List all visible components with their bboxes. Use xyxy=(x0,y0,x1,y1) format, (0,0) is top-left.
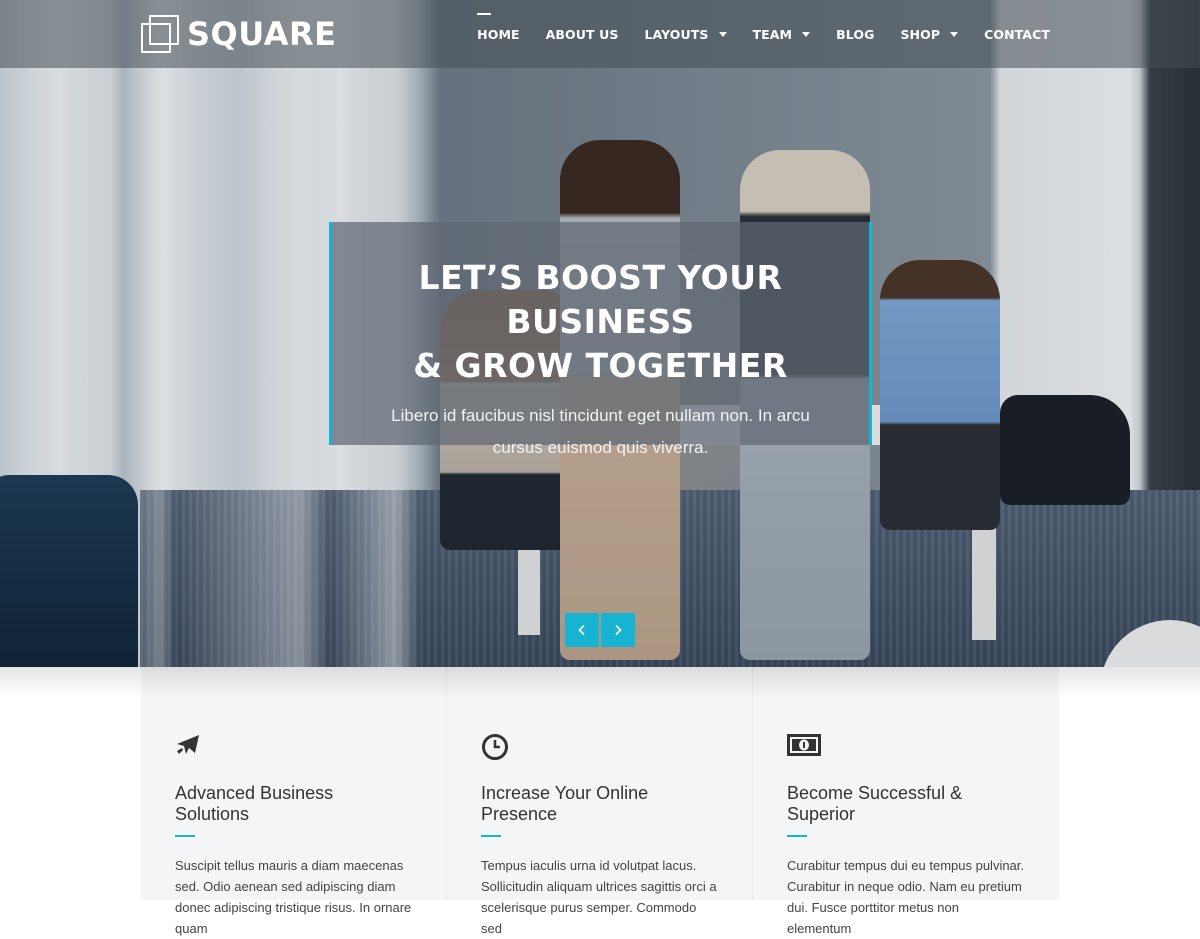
logo-text: SQUARE xyxy=(187,15,337,53)
chevron-left-icon xyxy=(578,624,585,636)
feature-accent-bar xyxy=(481,835,501,837)
hero-text: Libero id faucibus nisl tincidunt eget n… xyxy=(391,406,810,457)
nav-item-shop[interactable]: SHOP xyxy=(900,26,959,42)
feature-card: Become Successful & Superior Curabitur t… xyxy=(753,667,1059,936)
hero-title-line: & GROW TOGETHER xyxy=(413,346,788,385)
feature-text: Curabitur tempus dui eu tempus pulvinar.… xyxy=(787,858,1025,936)
nav-item-team[interactable]: TEAM xyxy=(753,27,811,42)
feature-text: Suscipit tellus mauris a diam maecenas s… xyxy=(175,858,412,936)
slider-next-button[interactable] xyxy=(601,613,635,647)
nav-item-home[interactable]: HOME xyxy=(477,12,520,42)
nav-item-contact[interactable]: CONTACT xyxy=(984,27,1050,42)
feature-title: Become Successful & Superior xyxy=(787,783,963,824)
clock-icon xyxy=(481,733,718,761)
nav-item-layouts[interactable]: LAYOUTS xyxy=(644,26,727,42)
feature-accent-bar xyxy=(787,835,807,837)
nav-item-about-us[interactable]: ABOUT US xyxy=(546,27,619,42)
caret-down-icon xyxy=(802,31,811,37)
nav-item-label: LAYOUTS xyxy=(644,26,709,42)
chevron-right-icon xyxy=(615,624,622,636)
hero-caption: LET’S BOOST YOUR BUSINESS & GROW TOGETHE… xyxy=(329,222,872,457)
slider-controls xyxy=(565,613,637,647)
nav-item-label: ABOUT US xyxy=(545,26,619,42)
nav-item-blog[interactable]: BLOG xyxy=(836,27,874,42)
feature-accent-bar xyxy=(175,835,195,837)
hero-shadow xyxy=(0,667,1200,697)
slider-prev-button[interactable] xyxy=(565,613,599,647)
site-header: SQUARE HOME ABOUT US LAYOUTS TEAM BLOG S… xyxy=(0,0,1200,68)
logo-squares-icon xyxy=(141,15,179,53)
caret-down-icon xyxy=(718,31,727,37)
money-icon xyxy=(787,733,1025,761)
nav-item-label: SHOP xyxy=(900,26,941,42)
caret-down-icon xyxy=(950,31,959,37)
feature-title: Advanced Business Solutions xyxy=(175,783,334,824)
nav-item-label: CONTACT xyxy=(984,26,1050,42)
hero-title-line: LET’S BOOST YOUR BUSINESS xyxy=(418,258,783,341)
main-nav: HOME ABOUT US LAYOUTS TEAM BLOG SHOP CON… xyxy=(451,0,1050,68)
feature-card: Increase Your Online Presence Tempus iac… xyxy=(447,667,753,936)
site-logo[interactable]: SQUARE xyxy=(141,14,337,54)
hero-title: LET’S BOOST YOUR BUSINESS & GROW TOGETHE… xyxy=(332,256,869,388)
nav-item-label: BLOG xyxy=(836,26,875,42)
nav-item-label: HOME xyxy=(477,26,520,42)
feature-text: Tempus iaculis urna id volutpat lacus. S… xyxy=(481,858,717,936)
nav-item-label: TEAM xyxy=(752,26,793,42)
feature-title: Increase Your Online Presence xyxy=(481,783,649,824)
airplane-icon xyxy=(175,733,412,761)
features-section: Advanced Business Solutions Suscipit tel… xyxy=(141,667,1059,936)
feature-card: Advanced Business Solutions Suscipit tel… xyxy=(141,667,447,936)
